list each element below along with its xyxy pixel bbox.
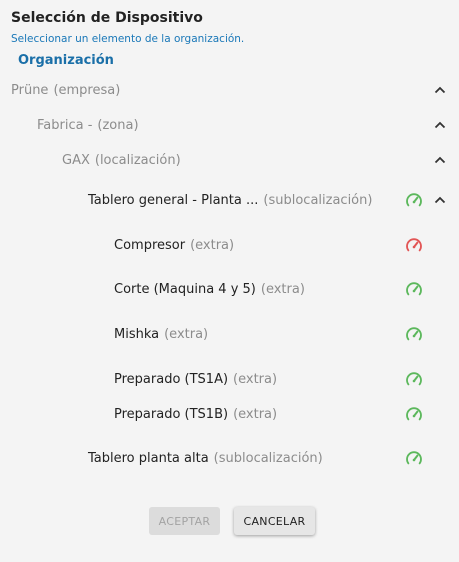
tree-node-device[interactable]: Mishka (extra) <box>114 324 208 344</box>
dialog-title: Selección de Dispositivo <box>11 10 203 26</box>
speedometer-icon[interactable] <box>405 326 423 342</box>
node-type: (extra) <box>233 406 278 422</box>
tree-node-location[interactable]: GAX (localización) <box>62 150 181 170</box>
tree-node-zone[interactable]: Fabrica - (zona) <box>37 115 139 135</box>
node-type: (localización) <box>94 152 181 168</box>
chevron-up-icon[interactable] <box>433 193 447 207</box>
node-name: Mishka <box>114 326 160 342</box>
node-name: Preparado (TS1A) <box>114 371 229 387</box>
node-name: Corte (Maquina 4 y 5) <box>114 281 256 297</box>
tree-node-device[interactable]: Corte (Maquina 4 y 5) (extra) <box>114 279 305 299</box>
node-type: (sublocalización) <box>263 192 373 208</box>
tree-node-device[interactable]: Compresor (extra) <box>114 235 234 255</box>
speedometer-icon[interactable] <box>405 281 423 297</box>
speedometer-icon[interactable] <box>405 192 423 208</box>
speedometer-icon[interactable] <box>405 450 423 466</box>
dialog-subtitle: Seleccionar un elemento de la organizaci… <box>11 33 245 45</box>
cancel-button[interactable]: CANCELAR <box>234 507 315 535</box>
tree-node-sublocation[interactable]: Tablero general - Planta ... (sublocaliz… <box>88 190 372 210</box>
chevron-up-icon[interactable] <box>433 118 447 132</box>
tree-node-sublocation[interactable]: Tablero planta alta (sublocalización) <box>88 448 323 468</box>
node-name: Tablero general - Planta ... <box>88 192 259 208</box>
node-type: (sublocalización) <box>213 450 323 466</box>
node-name: Compresor <box>114 237 186 253</box>
node-type: (extra) <box>260 281 305 297</box>
node-name: Fabrica - <box>37 117 93 133</box>
node-name: GAX <box>62 152 90 168</box>
section-label: Organización <box>18 53 114 68</box>
node-type: (empresa) <box>53 82 121 98</box>
node-type: (zona) <box>97 117 139 133</box>
node-name: Tablero planta alta <box>88 450 209 466</box>
accept-button[interactable]: ACEPTAR <box>149 507 220 535</box>
speedometer-icon[interactable] <box>405 371 423 387</box>
node-name: Prüne <box>11 82 49 98</box>
tree-node-device[interactable]: Preparado (TS1B) (extra) <box>114 404 277 424</box>
node-type: (extra) <box>233 371 278 387</box>
chevron-up-icon[interactable] <box>433 83 447 97</box>
node-type: (extra) <box>164 326 209 342</box>
chevron-up-icon[interactable] <box>433 153 447 167</box>
tree-node-company[interactable]: Prüne (empresa) <box>11 80 120 100</box>
speedometer-icon[interactable] <box>405 237 423 253</box>
tree-node-device[interactable]: Preparado (TS1A) (extra) <box>114 369 277 389</box>
node-type: (extra) <box>190 237 235 253</box>
node-name: Preparado (TS1B) <box>114 406 229 422</box>
speedometer-icon[interactable] <box>405 406 423 422</box>
